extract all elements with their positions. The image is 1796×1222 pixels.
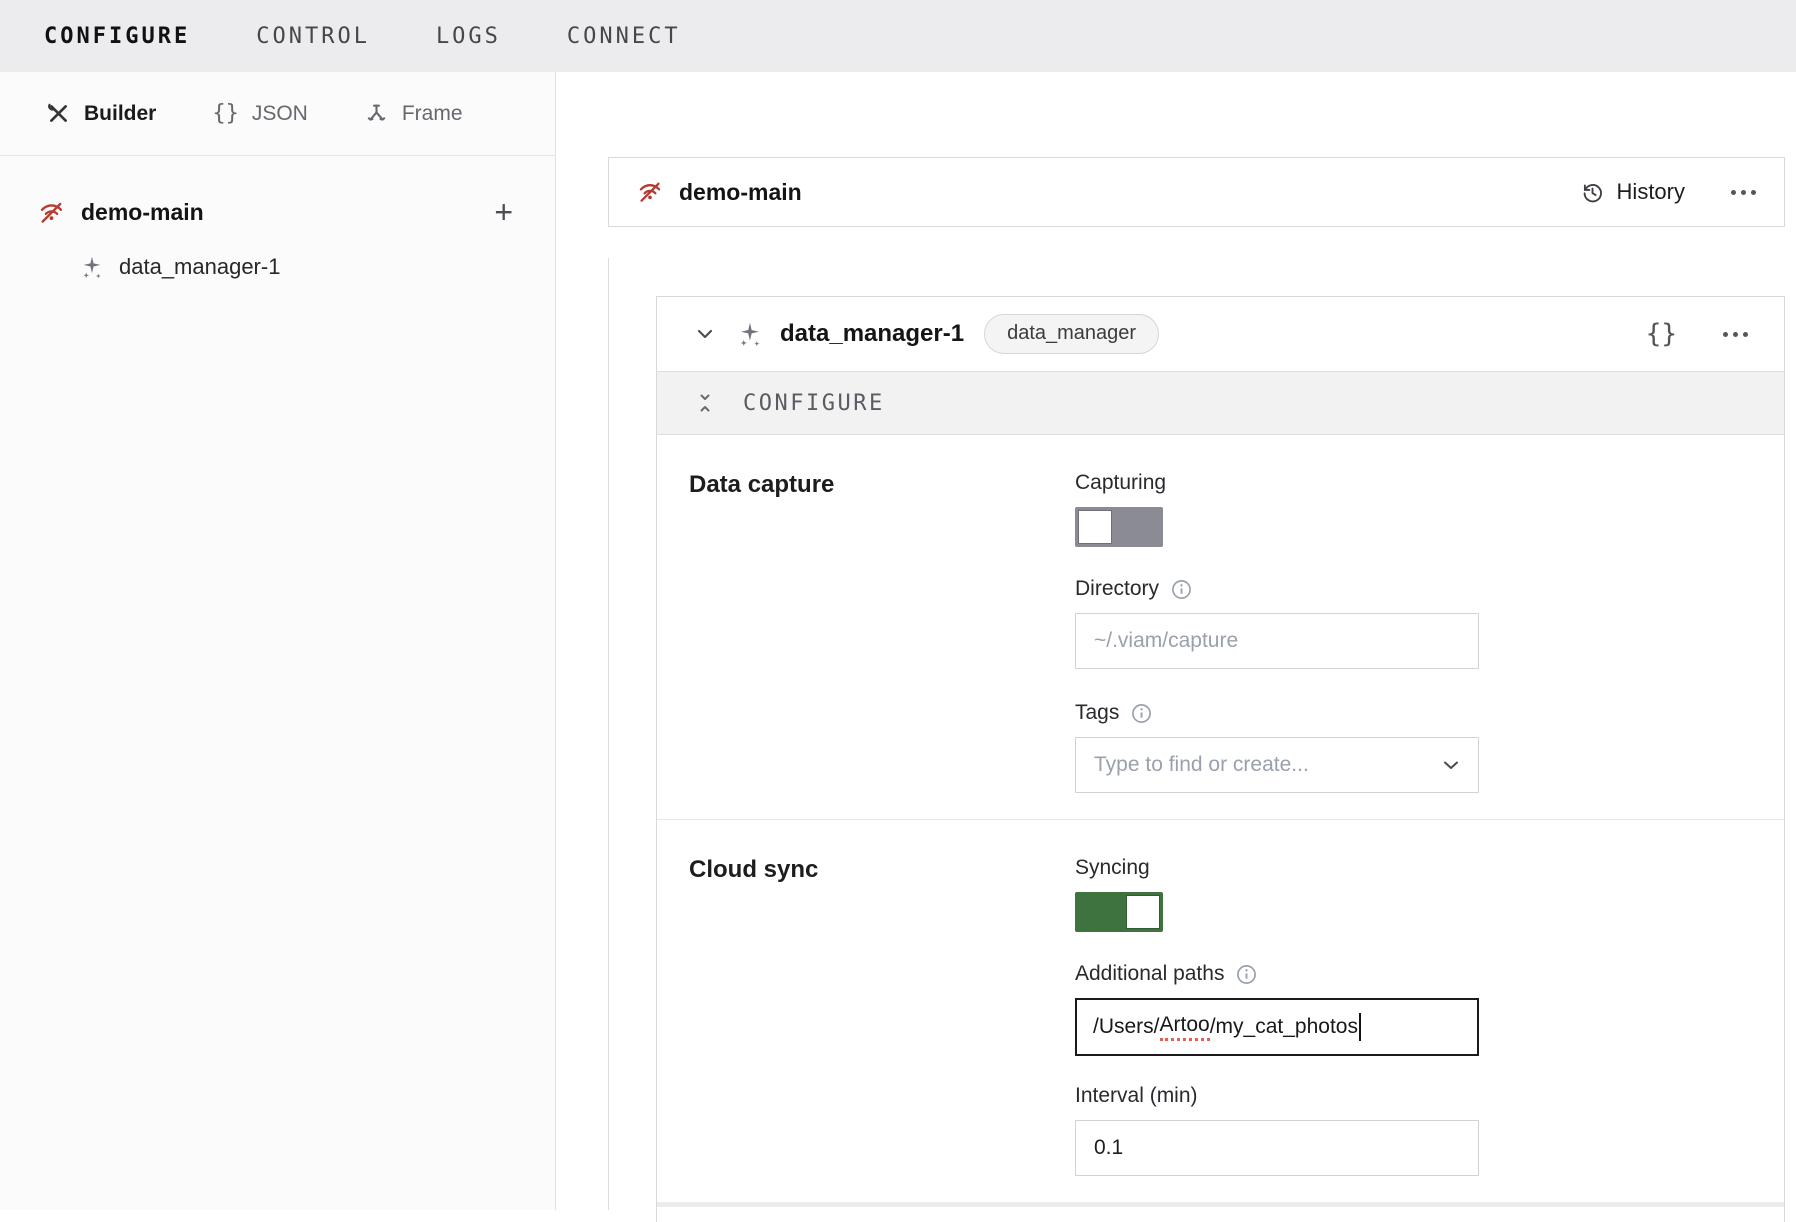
- data-capture-fields: Capturing Directory Tags: [1075, 471, 1479, 807]
- label-text: Directory: [1075, 577, 1159, 601]
- history-label: History: [1617, 179, 1685, 205]
- additional-paths-label: Additional paths: [1075, 962, 1479, 986]
- edit-json-icon[interactable]: {}: [1646, 319, 1677, 349]
- resource-card-title: data_manager-1: [780, 320, 964, 348]
- tab-configure[interactable]: CONFIGURE: [44, 24, 190, 49]
- view-tab-builder[interactable]: Builder: [46, 101, 156, 126]
- tree-item-machine[interactable]: demo-main +: [38, 196, 513, 228]
- chevron-down-icon[interactable]: [693, 322, 717, 346]
- machine-title: demo-main: [679, 179, 802, 206]
- part-rail: [608, 258, 609, 1210]
- text-caret: [1359, 1013, 1361, 1041]
- info-icon[interactable]: [1236, 964, 1257, 985]
- workspace: Builder {} JSON Frame: [0, 72, 1796, 1210]
- directory-label: Directory: [1075, 577, 1479, 601]
- history-clock-icon: [1580, 180, 1605, 205]
- main-panel: demo-main History: [556, 72, 1796, 1210]
- syncing-toggle[interactable]: [1075, 892, 1163, 932]
- configure-section-bar[interactable]: CONFIGURE: [657, 371, 1784, 435]
- add-resource-button[interactable]: +: [494, 196, 513, 228]
- sparkles-icon: [737, 321, 764, 348]
- tags-input[interactable]: [1075, 737, 1479, 793]
- section-title: Data capture: [689, 471, 1075, 807]
- machine-header-card: demo-main History: [608, 157, 1785, 227]
- interval-label: Interval (min): [1075, 1084, 1479, 1108]
- label-text: Tags: [1075, 701, 1119, 725]
- view-tab-label: Frame: [402, 102, 463, 126]
- cloud-sync-section: Cloud sync Syncing Additional paths /Use…: [657, 820, 1784, 1188]
- info-icon[interactable]: [1131, 703, 1152, 724]
- tags-select: [1075, 737, 1479, 793]
- resource-card: data_manager-1 data_manager {} CONFIGURE…: [656, 296, 1785, 1222]
- curly-braces-icon: {}: [212, 101, 239, 126]
- history-button[interactable]: History: [1580, 179, 1685, 205]
- tab-connect[interactable]: CONNECT: [567, 24, 681, 49]
- offline-icon: [637, 179, 663, 205]
- label-text: Interval (min): [1075, 1084, 1198, 1108]
- resource-tree: demo-main + data_manager-1: [0, 156, 555, 280]
- section-title: Cloud sync: [689, 856, 1075, 1176]
- additional-paths-input[interactable]: /Users/Artoo/my_cat_photos: [1075, 998, 1479, 1056]
- data-capture-section: Data capture Capturing Directory Ta: [657, 435, 1784, 819]
- offline-icon: [38, 199, 65, 226]
- path-text: /my_cat_photos: [1210, 1015, 1358, 1039]
- view-tab-label: JSON: [252, 102, 308, 126]
- frame-axes-icon: [364, 101, 389, 126]
- interval-input[interactable]: [1075, 1120, 1479, 1176]
- view-tab-label: Builder: [84, 102, 156, 126]
- section-gap-divider: [657, 1202, 1784, 1207]
- label-text: Capturing: [1075, 471, 1166, 495]
- top-nav: CONFIGURE CONTROL LOGS CONNECT: [0, 0, 1796, 72]
- sidebar: Builder {} JSON Frame: [0, 72, 556, 1210]
- collapse-icon: [693, 391, 717, 415]
- directory-input[interactable]: [1075, 613, 1479, 669]
- tags-label: Tags: [1075, 701, 1479, 725]
- resource-name: data_manager-1: [119, 254, 280, 280]
- cloud-sync-fields: Syncing Additional paths /Users/Artoo/my…: [1075, 856, 1479, 1176]
- view-tab-json[interactable]: {} JSON: [212, 101, 308, 126]
- syncing-label: Syncing: [1075, 856, 1479, 880]
- path-text: /Users/: [1093, 1015, 1160, 1039]
- resource-menu-icon[interactable]: [1723, 332, 1748, 337]
- view-tab-frame[interactable]: Frame: [364, 101, 463, 126]
- info-icon[interactable]: [1171, 579, 1192, 600]
- machine-name: demo-main: [81, 199, 478, 226]
- machine-menu-icon[interactable]: [1731, 190, 1756, 195]
- tab-logs[interactable]: LOGS: [436, 24, 501, 49]
- view-mode-tabs: Builder {} JSON Frame: [0, 72, 555, 156]
- resource-type-badge: data_manager: [984, 314, 1159, 354]
- toggle-knob: [1126, 895, 1160, 929]
- builder-tools-icon: [46, 101, 71, 126]
- capturing-label: Capturing: [1075, 471, 1479, 495]
- tree-item-resource[interactable]: data_manager-1: [38, 254, 513, 280]
- toggle-knob: [1078, 510, 1112, 544]
- tab-control[interactable]: CONTROL: [256, 24, 370, 49]
- resource-card-header: data_manager-1 data_manager {}: [657, 297, 1784, 371]
- configure-section-label: CONFIGURE: [743, 391, 885, 416]
- misspelled-word: Artoo: [1160, 1013, 1210, 1041]
- sparkles-icon: [80, 255, 105, 280]
- capturing-toggle[interactable]: [1075, 507, 1163, 547]
- label-text: Syncing: [1075, 856, 1150, 880]
- label-text: Additional paths: [1075, 962, 1224, 986]
